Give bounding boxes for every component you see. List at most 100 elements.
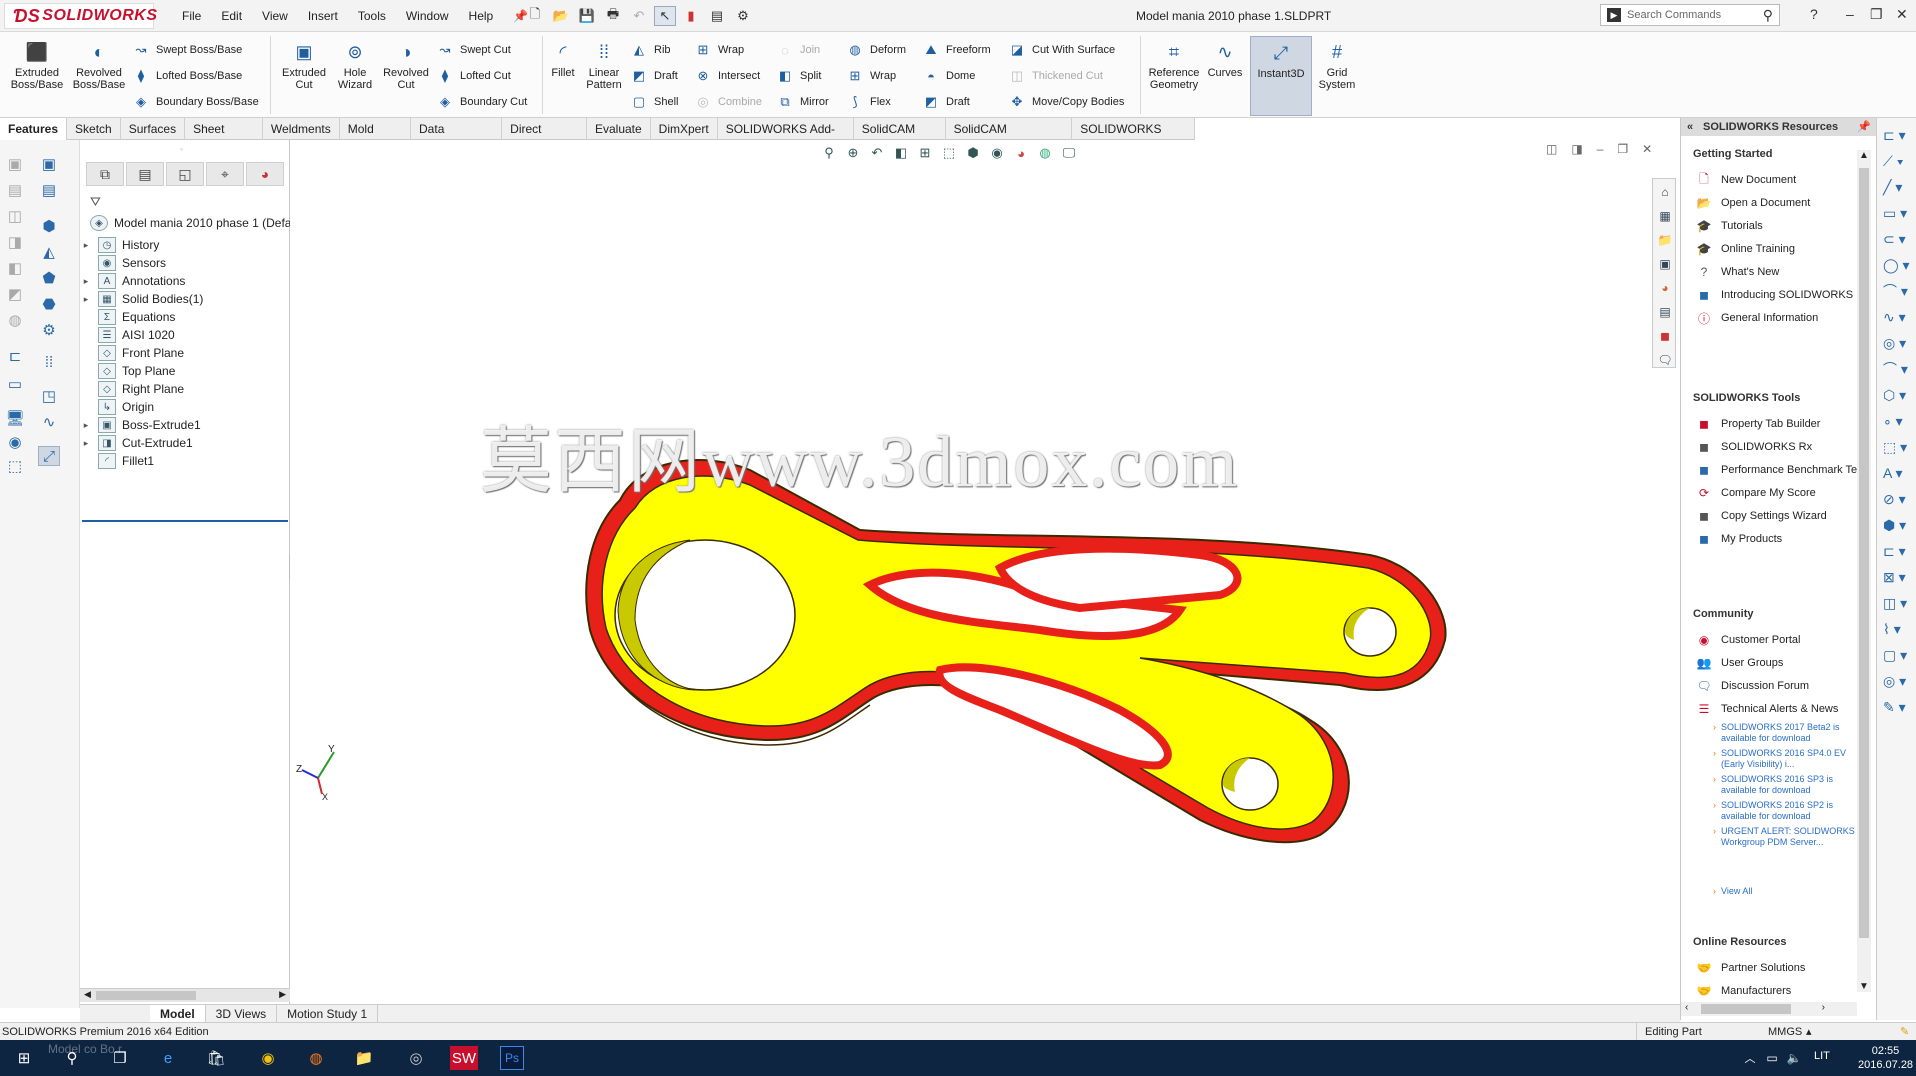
zoom-to-area-icon[interactable]: ⊕ [844, 144, 862, 162]
resource-link[interactable]: ☰ Technical Alerts & News [1695, 701, 1839, 717]
tab-features[interactable]: Features [0, 118, 68, 140]
cut-with-surface-button[interactable]: ◪ Cut With Surface [1008, 40, 1115, 60]
expand-icon[interactable]: ▸ [80, 420, 92, 431]
flex-button[interactable]: ⟆ Flex [846, 92, 890, 112]
zoom-to-fit-icon[interactable]: ⚲ [820, 144, 838, 162]
news-link[interactable]: SOLIDWORKS 2016 SP3 is available for dow… [1713, 774, 1871, 796]
resource-link[interactable]: ◼ SOLIDWORKS Rx [1695, 439, 1812, 455]
viewport-minimize-icon[interactable]: – [1597, 142, 1604, 156]
freeform-button[interactable]: ⛰ Freeform [922, 40, 991, 60]
menu-view[interactable]: View [252, 9, 298, 23]
tab-solidcam-operations[interactable]: SolidCAM Operations [946, 118, 1073, 158]
scroll-up-icon[interactable]: ▲ [1859, 150, 1869, 161]
previous-view-icon[interactable]: ↶ [868, 144, 886, 162]
input-language[interactable]: LIT [1814, 1050, 1830, 1062]
instant3d-icon[interactable]: ⤢ [38, 446, 60, 466]
feature-icon[interactable]: ▣ [38, 154, 60, 174]
resource-link[interactable]: ◼ Property Tab Builder [1695, 416, 1820, 432]
feature-icon[interactable]: ⚙ [38, 320, 60, 340]
pin-icon[interactable]: 📌 [1857, 118, 1871, 136]
section-icon[interactable]: ⬚ [4, 456, 26, 476]
store-icon[interactable]: 🛍 [204, 1046, 228, 1070]
custom-properties-icon[interactable]: ▤ [1656, 303, 1674, 321]
photoshop-icon[interactable]: Ps [500, 1046, 524, 1070]
sketch-tool-icon[interactable]: ◎ ▾ [1883, 334, 1911, 352]
sketch-tool-icon[interactable]: ⌒ ▾ [1883, 360, 1911, 378]
scroll-right-icon[interactable]: ▶ [279, 989, 286, 1000]
rib-button[interactable]: ◭ Rib [630, 40, 671, 60]
sketch-tool-icon[interactable]: ⊏ ▾ [1883, 126, 1911, 144]
resource-link[interactable]: ◼ Introducing SOLIDWORKS [1695, 287, 1853, 303]
resource-link[interactable]: ◼ Copy Settings Wizard [1695, 508, 1827, 524]
view-all-link[interactable]: View All [1713, 886, 1871, 897]
resource-link[interactable]: 📂 Open a Document [1695, 195, 1811, 211]
sketch-tool-icon[interactable]: ⊏ ▾ [1883, 542, 1911, 560]
split-view-icon[interactable]: ◨ [1571, 142, 1582, 156]
revolved-cut-button[interactable]: ◑ Revolved Cut [380, 40, 432, 91]
scroll-thumb[interactable] [96, 991, 196, 1000]
tab-sketch[interactable]: Sketch [67, 118, 121, 140]
view-orientation-icon[interactable]: ⬚ [940, 144, 958, 162]
section-view-icon[interactable]: ◧ [892, 144, 910, 162]
tab-evaluate[interactable]: Evaluate [587, 118, 651, 140]
sketch-tool-icon[interactable]: ⬢ ▾ [1883, 516, 1911, 534]
wrap-button[interactable]: ⊞ Wrap [694, 40, 745, 60]
configurationmanager-tab-icon[interactable]: ◱ [166, 162, 204, 186]
save-icon[interactable]: 💾 [576, 6, 598, 26]
sketch-tool-icon[interactable]: ◎ ▾ [1883, 672, 1911, 690]
tab-model[interactable]: Model [150, 1005, 206, 1022]
sketch-tool-icon[interactable]: ▢ ▾ [1883, 646, 1911, 664]
feature-icon[interactable]: ⬟ [38, 268, 60, 288]
firefox-icon[interactable]: ◍ [304, 1046, 328, 1070]
tray-up-icon[interactable]: ︿ [1738, 1046, 1762, 1070]
scroll-thumb[interactable] [1701, 1004, 1791, 1014]
restore-button[interactable]: ❐ [1870, 6, 1883, 23]
edge-icon[interactable]: e [156, 1046, 180, 1070]
feature-icon[interactable]: ◩ [4, 284, 26, 304]
boundary-cut-button[interactable]: ◈ Boundary Cut [436, 92, 527, 112]
mirror-button[interactable]: ⧉ Mirror [776, 92, 828, 112]
resource-link[interactable]: 🎓 Tutorials [1695, 218, 1763, 234]
search-commands[interactable]: ▶ Search Commands ⚲ [1600, 4, 1780, 26]
tab-weldments[interactable]: Weldments [263, 118, 340, 140]
solidworks-forum-icon[interactable]: ◼ [1656, 327, 1674, 345]
boundary-boss-button[interactable]: ◈ Boundary Boss/Base [132, 92, 259, 112]
collapse-icon[interactable]: « [1687, 118, 1693, 136]
hole-wizard-button[interactable]: ⊚ Hole Wizard [330, 40, 380, 91]
menu-file[interactable]: File [172, 9, 211, 23]
lofted-boss-button[interactable]: ⧫ Lofted Boss/Base [132, 66, 242, 86]
resource-link[interactable]: 🤝 Partner Solutions [1695, 960, 1806, 976]
tab-3d-views[interactable]: 3D Views [206, 1005, 278, 1022]
feature-icon[interactable]: ◍ [4, 310, 26, 330]
linear-pattern-button[interactable]: ⁞⁞ Linear Pattern [582, 40, 626, 91]
help-icon[interactable]: ? [1810, 6, 1818, 22]
edit-appearance-icon[interactable]: ◕ [1012, 144, 1030, 162]
graphics-area[interactable]: ◫ ◨ – ❐ ✕ ⚲ ⊕ ↶ ◧ ⊞ ⬚ ⬢ ◉ ◕ ◍ 🖵 ⌂ ▦ 📁 ▣ … [290, 140, 1680, 1008]
reference-geometry-button[interactable]: ⌗ Reference Geometry [1144, 40, 1204, 91]
sketch-tool-icon[interactable]: ╱ ▾ [1883, 178, 1911, 196]
apply-scene-icon[interactable]: ◍ [1036, 144, 1054, 162]
design-library-icon[interactable]: ▦ [1656, 207, 1674, 225]
tab-direct-editing[interactable]: Direct Editing [502, 118, 587, 158]
resource-link[interactable]: ? What's New [1695, 264, 1780, 280]
view-settings-icon[interactable]: 🖵 [1060, 144, 1078, 162]
forum-icon[interactable]: 🗨 [1656, 351, 1674, 369]
hide-show-items-icon[interactable]: ◉ [988, 144, 1006, 162]
featuremanager-tab-icon[interactable]: ⧉ [86, 162, 124, 186]
expand-icon[interactable]: ▸ [80, 240, 92, 251]
resource-link[interactable]: 🤝 Manufacturers [1695, 983, 1792, 999]
viewport-close-icon[interactable]: ✕ [1642, 142, 1652, 156]
resource-link[interactable]: 🗋 New Document [1695, 172, 1796, 188]
menu-edit[interactable]: Edit [211, 9, 252, 23]
task-pane-scrollbar[interactable]: ▲ ▼ [1857, 150, 1871, 992]
close-button[interactable]: ✕ [1896, 6, 1908, 23]
intersect-button[interactable]: ⊗ Intersect [694, 66, 761, 86]
dimxpert-tab-icon[interactable]: ⌖ [206, 162, 244, 186]
swept-boss-button[interactable]: ↝ Swept Boss/Base [132, 40, 243, 60]
news-link[interactable]: SOLIDWORKS 2016 SP2 is available for dow… [1713, 800, 1871, 822]
print-icon[interactable]: 🖶 [602, 6, 624, 26]
search-scope-icon[interactable]: ▶ [1607, 8, 1621, 22]
sketch-tool-icon[interactable]: ∿ ▾ [1883, 308, 1911, 326]
join-button[interactable]: ◌ Join [776, 40, 820, 60]
sketch-tool-icon[interactable]: ⌒ ▾ [1883, 282, 1911, 300]
